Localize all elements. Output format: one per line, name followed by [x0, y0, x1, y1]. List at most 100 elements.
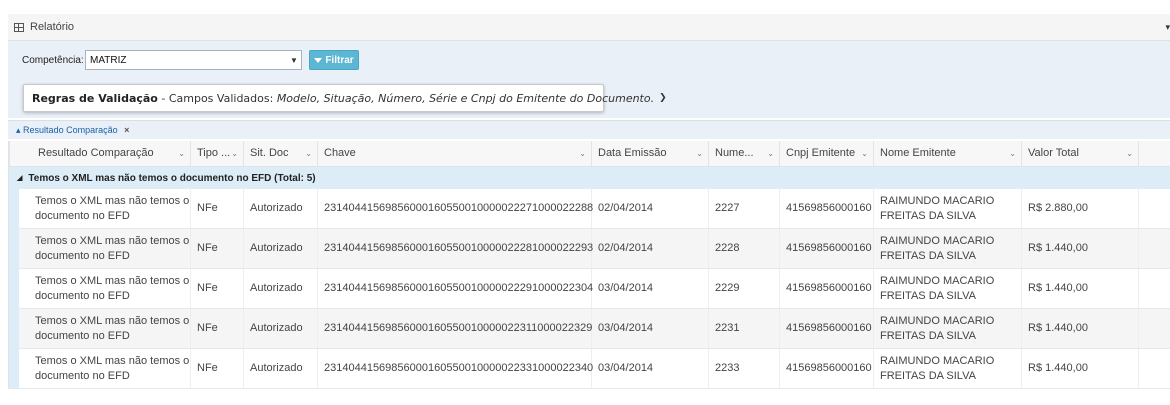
sort-asc-icon: ▴ [16, 125, 21, 135]
chevron-down-icon[interactable]: ⌄ [767, 141, 774, 166]
collapse-caret-icon[interactable]: ▾ [1165, 22, 1170, 33]
cell-cnpj: 41569856000160 [780, 269, 874, 308]
panel-title: Relatório [30, 21, 75, 33]
group-row[interactable]: ◢ Temos o XML mas não temos o documento … [9, 167, 1170, 189]
cell-cnpj: 41569856000160 [780, 309, 874, 348]
competencia-select[interactable]: MATRIZ ▼ [85, 50, 302, 70]
cell-data-emissao: 03/04/2014 [592, 269, 709, 308]
column-header-sit-doc[interactable]: Sit. Doc ⌄ [244, 141, 318, 166]
cell-valor: R$ 2.880,00 [1022, 189, 1139, 228]
cell-valor: R$ 1.440,00 [1022, 229, 1139, 268]
grid-header: Resultado Comparação ⌄ Tipo ... ⌄ Sit. Doc… [9, 141, 1170, 167]
cell-data-emissao: 02/04/2014 [592, 229, 709, 268]
cell-resultado: Temos o XML mas não temos o documento no… [9, 349, 191, 388]
cell-spacer [1139, 309, 1170, 348]
cell-sit-doc: Autorizado [244, 189, 318, 228]
cell-chave: 2314044156985600016055001000002228100002… [318, 229, 593, 268]
column-header-label: Tipo ... [197, 147, 231, 159]
column-header-chave[interactable]: Chave ⌄ [318, 141, 592, 166]
column-header-spacer [1139, 141, 1170, 166]
rules-separator: - Campos Validados: [157, 91, 277, 105]
cell-chave: 2314044156985600016055001000002227100002… [318, 189, 593, 228]
cell-data-emissao: 03/04/2014 [592, 349, 709, 388]
cell-nome: RAIMUNDO MACARIO FREITAS DA SILVA [874, 269, 1022, 308]
column-header-tipo[interactable]: Tipo ... ⌄ [191, 141, 244, 166]
cell-resultado: Temos o XML mas não temos o documento no… [9, 229, 191, 268]
filter-button[interactable]: Filtrar [309, 50, 359, 70]
cell-spacer [1139, 349, 1170, 388]
cell-nome: RAIMUNDO MACARIO FREITAS DA SILVA [874, 229, 1022, 268]
competencia-value: MATRIZ [90, 54, 127, 66]
cell-cnpj: 41569856000160 [780, 189, 874, 228]
table-row[interactable]: Temos o XML mas não temos o documento no… [9, 269, 1170, 309]
results-grid: Resultado Comparação ⌄ Tipo ... ⌄ Sit. Doc… [8, 141, 1170, 389]
funnel-icon [314, 57, 323, 63]
cell-tipo: NFe [191, 229, 244, 268]
column-header-label: Cnpj Emitente [786, 147, 856, 159]
cell-valor: R$ 1.440,00 [1022, 349, 1139, 388]
cell-tipo: NFe [191, 269, 244, 308]
chevron-down-icon[interactable]: ⌄ [231, 141, 238, 166]
validation-rules-toggle[interactable]: Regras de Validação - Campos Validados: … [23, 84, 667, 112]
chevron-down-icon[interactable]: ⌄ [178, 141, 185, 166]
rules-title: Regras de Validação [32, 91, 158, 105]
cell-data-emissao: 03/04/2014 [592, 309, 709, 348]
chevron-down-icon: ▼ [290, 55, 298, 65]
column-header-label: Chave [324, 147, 356, 159]
chevron-down-icon: ❯ [659, 93, 667, 103]
report-panel-header: Relatório ▾ [8, 14, 1170, 41]
column-header-label: Nume... [715, 147, 754, 159]
cell-tipo: NFe [191, 349, 244, 388]
cell-resultado: Temos o XML mas não temos o documento no… [9, 269, 191, 308]
cell-cnpj: 41569856000160 [780, 229, 874, 268]
chevron-down-icon[interactable]: ⌄ [579, 141, 586, 166]
column-header-label: Nome Emitente [880, 147, 956, 159]
cell-numero: 2229 [709, 269, 780, 308]
group-by-bar: ▴ Resultado Comparação × [8, 120, 1170, 139]
remove-group-icon[interactable]: × [124, 125, 129, 135]
cell-spacer [1139, 229, 1170, 268]
column-header-valor[interactable]: Valor Total ⌄ [1022, 141, 1139, 166]
group-by-chip[interactable]: ▴ Resultado Comparação × [16, 125, 129, 136]
column-header-data-emissao[interactable]: Data Emissão ⌄ [592, 141, 709, 166]
cell-chave: 2314044156985600016055001000002231100002… [318, 309, 592, 348]
cell-sit-doc: Autorizado [244, 269, 318, 308]
cell-numero: 2231 [709, 309, 780, 348]
column-header-label: Sit. Doc [250, 147, 289, 159]
cell-cnpj: 41569856000160 [780, 349, 874, 388]
cell-data-emissao: 02/04/2014 [592, 189, 709, 228]
cell-nome: RAIMUNDO MACARIO FREITAS DA SILVA [874, 189, 1022, 228]
chevron-down-icon[interactable]: ⌄ [305, 141, 312, 166]
chevron-down-icon[interactable]: ⌄ [1009, 141, 1016, 166]
chevron-down-icon[interactable]: ⌄ [861, 141, 868, 166]
column-header-nome[interactable]: Nome Emitente ⌄ [874, 141, 1022, 166]
cell-chave: 2314044156985600016055001000002229100002… [318, 269, 593, 308]
cell-nome: RAIMUNDO MACARIO FREITAS DA SILVA [874, 349, 1022, 388]
column-header-label: Valor Total [1028, 147, 1079, 159]
chevron-down-icon[interactable]: ⌄ [1126, 141, 1133, 166]
competencia-label: Competência: [22, 55, 84, 66]
cell-nome: RAIMUNDO MACARIO FREITAS DA SILVA [874, 309, 1022, 348]
cell-valor: R$ 1.440,00 [1022, 309, 1139, 348]
cell-resultado: Temos o XML mas não temos o documento no… [9, 309, 191, 348]
cell-spacer [1139, 189, 1170, 228]
table-row[interactable]: Temos o XML mas não temos o documento no… [9, 229, 1170, 269]
cell-resultado: Temos o XML mas não temos o documento no… [9, 189, 191, 228]
filter-area: Competência: MATRIZ ▼ Filtrar Regras de … [8, 41, 1170, 118]
cell-numero: 2227 [709, 189, 780, 228]
table-row[interactable]: Temos o XML mas não temos o documento no… [9, 349, 1170, 389]
cell-tipo: NFe [191, 309, 244, 348]
group-by-label: Resultado Comparação [23, 125, 118, 135]
table-row[interactable]: Temos o XML mas não temos o documento no… [9, 189, 1170, 229]
chevron-down-icon[interactable]: ⌄ [696, 141, 703, 166]
cell-sit-doc: Autorizado [244, 349, 318, 388]
column-header-resultado[interactable]: Resultado Comparação ⌄ [9, 141, 191, 166]
table-row[interactable]: Temos o XML mas não temos o documento no… [9, 309, 1170, 349]
cell-sit-doc: Autorizado [244, 309, 318, 348]
column-header-label: Data Emissão [598, 147, 667, 159]
cell-spacer [1139, 269, 1170, 308]
column-header-cnpj[interactable]: Cnpj Emitente ⌄ [780, 141, 874, 166]
collapse-group-icon[interactable]: ◢ [17, 174, 22, 182]
cell-tipo: NFe [191, 189, 244, 228]
column-header-numero[interactable]: Nume... ⌄ [709, 141, 780, 166]
